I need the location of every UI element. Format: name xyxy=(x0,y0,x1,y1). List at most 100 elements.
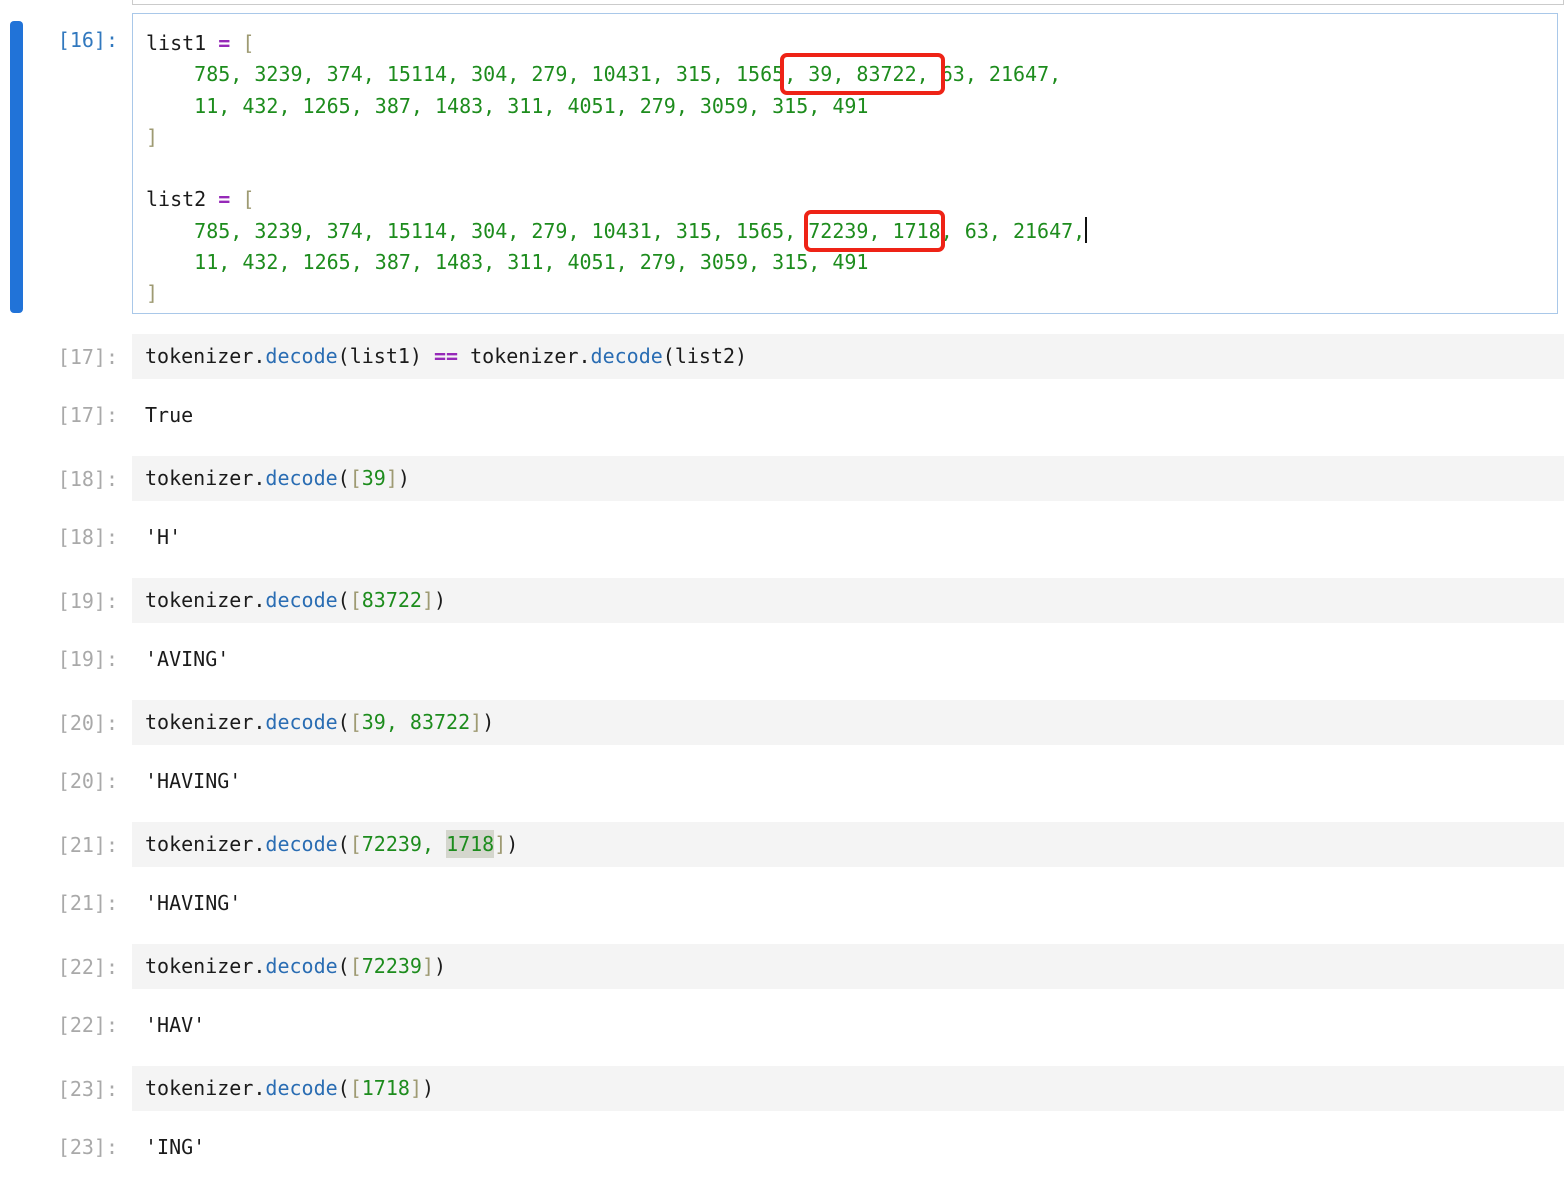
code-token: tokenizer. xyxy=(145,832,265,856)
code-token xyxy=(146,250,194,274)
code-token: ( xyxy=(338,710,350,734)
code-token: [ xyxy=(242,187,254,211)
code-token: (list1) xyxy=(338,344,434,368)
code-line: 11, 432, 1265, 387, 1483, 311, 4051, 279… xyxy=(146,91,1557,122)
code-cell-22: [22]: tokenizer.decode([72239]) xyxy=(0,944,1564,989)
output-prompt[interactable]: [20]: xyxy=(0,765,118,796)
code-line: tokenizer.decode([39]) xyxy=(145,463,410,494)
code-token xyxy=(146,62,194,86)
code-line: list1 = [ xyxy=(146,28,1557,59)
code-token: [ xyxy=(350,954,362,978)
code-token: ] xyxy=(422,588,434,612)
code-editor[interactable]: tokenizer.decode([72239]) xyxy=(132,944,1564,989)
code-token: decode xyxy=(591,344,663,368)
code-token: ) xyxy=(482,710,494,734)
code-token: [ xyxy=(350,1076,362,1100)
code-editor[interactable]: tokenizer.decode([39, 83722]) xyxy=(132,700,1564,745)
code-token: tokenizer. xyxy=(145,588,265,612)
code-editor[interactable]: tokenizer.decode([1718]) xyxy=(132,1066,1564,1111)
input-prompt[interactable]: [19]: xyxy=(0,578,118,623)
output-prompt[interactable]: [19]: xyxy=(0,643,118,674)
output-cell-17: [17]: True xyxy=(0,399,1564,430)
output-cell-18: [18]: 'H' xyxy=(0,521,1564,552)
code-token: 39, 83722 xyxy=(362,710,470,734)
code-token: 11, 432, 1265, 387, 1483, 311, 4051, 279… xyxy=(194,94,868,118)
code-line: 785, 3239, 374, 15114, 304, 279, 10431, … xyxy=(146,216,1557,247)
code-token: ( xyxy=(338,832,350,856)
code-token: 11, 432, 1265, 387, 1483, 311, 4051, 279… xyxy=(194,250,868,274)
notebook-panel: [16]:list1 = [ 785, 3239, 374, 15114, 30… xyxy=(0,0,1564,1178)
output-text: 'ING' xyxy=(145,1131,205,1162)
code-token: 63, 21647, xyxy=(941,62,1061,86)
code-token: decode xyxy=(265,832,337,856)
code-token: tokenizer. xyxy=(145,344,265,368)
code-editor[interactable]: tokenizer.decode(list1) == tokenizer.dec… xyxy=(132,334,1564,379)
code-token: ] xyxy=(422,954,434,978)
code-token: 72239, xyxy=(362,832,446,856)
code-token: ( xyxy=(338,1076,350,1100)
output-prompt[interactable]: [17]: xyxy=(0,399,118,430)
input-prompt[interactable]: [23]: xyxy=(0,1066,118,1111)
output-text: True xyxy=(145,399,193,430)
highlighted-token: 1718 xyxy=(446,830,494,858)
code-token xyxy=(230,187,242,211)
input-prompt[interactable]: [17]: xyxy=(0,334,118,379)
code-editor[interactable]: tokenizer.decode([72239, 1718]) xyxy=(132,822,1564,867)
code-line: 785, 3239, 374, 15114, 304, 279, 10431, … xyxy=(146,59,1557,90)
code-token xyxy=(230,31,242,55)
input-prompt[interactable]: [21]: xyxy=(0,822,118,867)
code-line: tokenizer.decode(list1) == tokenizer.dec… xyxy=(145,341,747,372)
code-cell-20: [20]: tokenizer.decode([39, 83722]) xyxy=(0,700,1564,745)
code-editor[interactable]: tokenizer.decode([39]) xyxy=(132,456,1564,501)
code-token: ] xyxy=(146,125,158,149)
output-prompt[interactable]: [18]: xyxy=(0,521,118,552)
output-cell-23: [23]: 'ING' xyxy=(0,1131,1564,1162)
code-token: decode xyxy=(265,710,337,734)
code-line: 11, 432, 1265, 387, 1483, 311, 4051, 279… xyxy=(146,247,1557,278)
code-token: ) xyxy=(434,954,446,978)
code-token: tokenizer. xyxy=(458,344,590,368)
code-line: tokenizer.decode([39, 83722]) xyxy=(145,707,494,738)
code-token: ] xyxy=(494,832,506,856)
code-token: [ xyxy=(350,588,362,612)
code-token: decode xyxy=(265,954,337,978)
code-line: tokenizer.decode([83722]) xyxy=(145,585,446,616)
code-token: 785, 3239, 374, 15114, 304, 279, 10431, … xyxy=(194,62,784,86)
code-line: tokenizer.decode([72239, 1718]) xyxy=(145,829,518,860)
output-prompt[interactable]: [21]: xyxy=(0,887,118,918)
output-text: 'HAV' xyxy=(145,1009,205,1040)
input-prompt[interactable]: [16]: xyxy=(0,13,118,314)
red-annotation-box: , 39, 83722, xyxy=(784,57,941,91)
code-token: ) xyxy=(506,832,518,856)
code-line: tokenizer.decode([72239]) xyxy=(145,951,446,982)
code-token: , 63, 21647, xyxy=(941,219,1086,243)
input-prompt[interactable]: [22]: xyxy=(0,944,118,989)
code-token: 39 xyxy=(362,466,386,490)
output-text: 'AVING' xyxy=(145,643,229,674)
code-editor[interactable]: tokenizer.decode([83722]) xyxy=(132,578,1564,623)
code-cell-16: [16]:list1 = [ 785, 3239, 374, 15114, 30… xyxy=(0,13,1564,314)
code-token: 83722 xyxy=(362,588,422,612)
output-prompt[interactable]: [23]: xyxy=(0,1131,118,1162)
code-token: ] xyxy=(386,466,398,490)
code-token: tokenizer. xyxy=(145,954,265,978)
output-cell-20: [20]:'HAVING' xyxy=(0,765,1564,796)
code-token xyxy=(146,94,194,118)
code-cell-19: [19]: tokenizer.decode([83722]) xyxy=(0,578,1564,623)
code-token: decode xyxy=(265,344,337,368)
code-token: ) xyxy=(422,1076,434,1100)
code-token: = xyxy=(218,187,230,211)
output-prompt[interactable]: [22]: xyxy=(0,1009,118,1040)
input-prompt[interactable]: [18]: xyxy=(0,456,118,501)
code-token: decode xyxy=(265,1076,337,1100)
code-token: ( xyxy=(338,588,350,612)
code-cell-23: [23]: tokenizer.decode([1718]) xyxy=(0,1066,1564,1111)
code-token: tokenizer. xyxy=(145,466,265,490)
code-token: ] xyxy=(410,1076,422,1100)
code-cell-21: [21]: tokenizer.decode([72239, 1718]) xyxy=(0,822,1564,867)
code-token: ( xyxy=(338,466,350,490)
code-editor[interactable]: list1 = [ 785, 3239, 374, 15114, 304, 27… xyxy=(132,13,1558,314)
output-text: 'H' xyxy=(145,521,181,552)
input-prompt[interactable]: [20]: xyxy=(0,700,118,745)
code-line xyxy=(146,153,1557,184)
